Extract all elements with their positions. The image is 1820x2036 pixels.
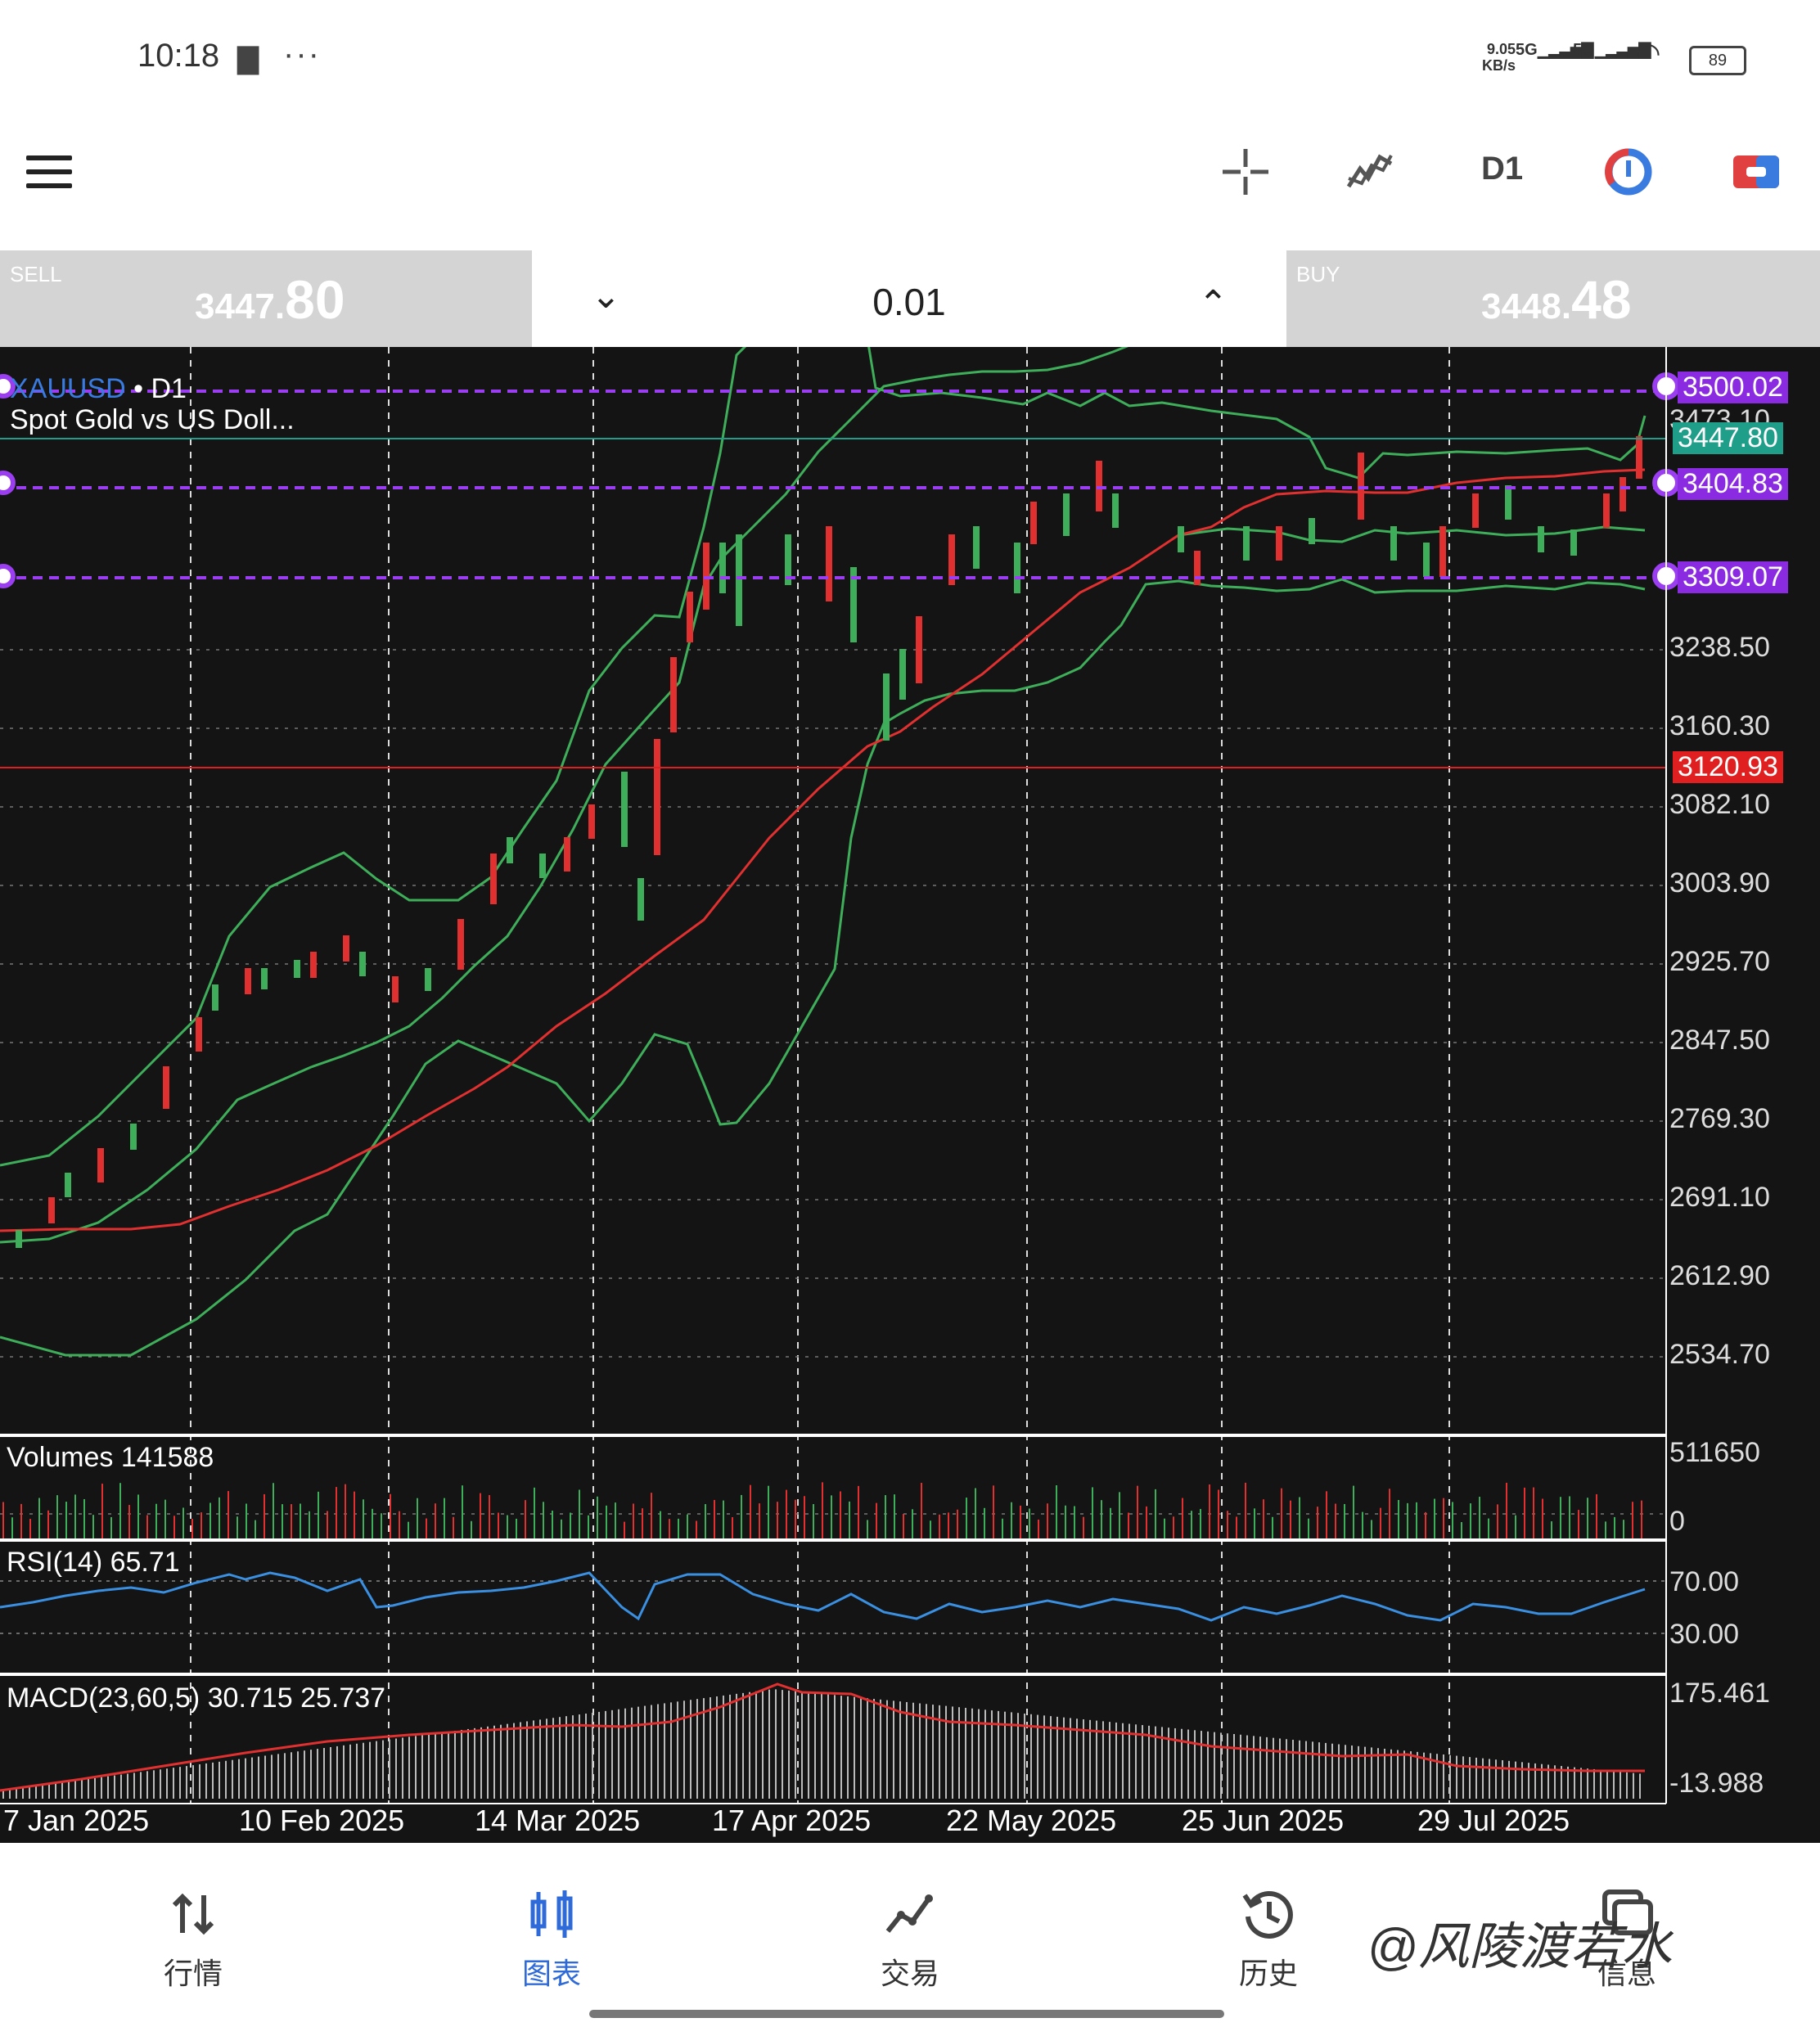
- buy-label: BUY: [1296, 262, 1340, 286]
- axis-label: 2769.30: [1669, 1103, 1770, 1134]
- axis-label: 2612.90: [1669, 1260, 1770, 1291]
- rsi-label: RSI(14) 65.71: [7, 1547, 180, 1578]
- date-label: 29 Jul 2025: [1417, 1804, 1570, 1837]
- sell-price: 3447.80: [195, 269, 345, 330]
- line-tag-3500[interactable]: 3500.02: [1678, 372, 1788, 403]
- axis-label: 2691.10: [1669, 1182, 1770, 1213]
- battery-icon: 89: [1689, 46, 1746, 75]
- nav-label: 交易: [880, 1957, 939, 1990]
- axis-label: 3003.90: [1669, 867, 1770, 899]
- network-speed: 9.05 KB/s: [1481, 41, 1516, 74]
- hamburger-icon[interactable]: [26, 155, 72, 188]
- nav-label: 图表: [521, 1957, 581, 1990]
- bottom-navigation: 行情 图表 交易 历史 信息 @风陵渡若水: [0, 1843, 1820, 2036]
- volume-scale-max: 511650: [1669, 1437, 1760, 1468]
- date-label: 22 May 2025: [946, 1804, 1117, 1837]
- chart-canvas[interactable]: [0, 337, 1820, 1843]
- chart-icon: [530, 1890, 573, 1938]
- moving-average-line: [0, 468, 1646, 1232]
- axis-label: 2847.50: [1669, 1025, 1770, 1056]
- axis-label: 3160.30: [1669, 710, 1770, 741]
- nav-chart[interactable]: 图表: [470, 1885, 633, 1993]
- wifi-icon: ◠: [1637, 36, 1660, 70]
- date-label: 14 Mar 2025: [475, 1804, 641, 1837]
- buy-price: 3448.48: [1481, 269, 1632, 330]
- bollinger-middle-band: [0, 337, 1646, 1244]
- watermark-text: @风陵渡若水: [1367, 1919, 1672, 1975]
- symbol-label: XAUUSD • D1: [10, 373, 187, 404]
- lot-selector: ⌄ 0.01 ⌃: [532, 250, 1286, 347]
- nav-label: 历史: [1238, 1957, 1298, 1990]
- symbol-description: Spot Gold vs US Doll...: [10, 404, 295, 435]
- history-icon: [1242, 1891, 1293, 1939]
- trade-icon[interactable]: [1730, 146, 1782, 198]
- nav-history[interactable]: 历史: [1187, 1885, 1350, 1993]
- timeframe-button[interactable]: D1: [1481, 151, 1523, 187]
- axis-label: 3082.10: [1669, 789, 1770, 820]
- clock: 10:18: [137, 38, 220, 74]
- axis-label: 2925.70: [1669, 946, 1770, 977]
- lot-value[interactable]: 0.01: [532, 280, 1286, 324]
- price-chart[interactable]: XAUUSD • D1 Spot Gold vs US Doll... 3473…: [0, 337, 1820, 1843]
- home-indicator[interactable]: [589, 2010, 1224, 2018]
- axis-label: 3238.50: [1669, 632, 1770, 663]
- date-label: 25 Jun 2025: [1182, 1804, 1345, 1837]
- indicator-icon[interactable]: [1344, 146, 1396, 198]
- bollinger-lower-band: [0, 578, 1646, 1357]
- chart-toolbar: [0, 115, 1820, 250]
- quotes-icon: [172, 1893, 214, 1935]
- sell-label: SELL: [10, 262, 62, 286]
- nav-quotes[interactable]: 行情: [111, 1885, 275, 1993]
- bid-price-tag: 3447.80: [1673, 422, 1783, 454]
- line-tag-3404[interactable]: 3404.83: [1678, 468, 1788, 500]
- line-tag-3120[interactable]: 3120.93: [1673, 751, 1783, 783]
- volume-scale-min: 0: [1669, 1506, 1685, 1537]
- macd-scale-max: 175.461: [1669, 1678, 1770, 1709]
- trade-line-icon: [885, 1894, 933, 1933]
- line-tag-3309[interactable]: 3309.07: [1678, 561, 1788, 593]
- buy-button[interactable]: BUY 3448.48: [1286, 250, 1820, 347]
- date-label: 7 Jan 2025: [3, 1804, 150, 1837]
- date-label: 10 Feb 2025: [239, 1804, 405, 1837]
- rsi-scale-70: 70.00: [1669, 1566, 1740, 1597]
- nav-label: 行情: [163, 1957, 223, 1990]
- macd-scale-min: -13.988: [1669, 1768, 1764, 1799]
- rsi-line: [0, 1571, 1646, 1622]
- more-dots-icon: ···: [283, 36, 321, 72]
- macd-label: MACD(23,60,5) 30.715 25.737: [7, 1682, 386, 1714]
- message-icon: ▇: [237, 43, 259, 74]
- rsi-scale-30: 30.00: [1669, 1619, 1740, 1650]
- volumes-label: Volumes 141588: [7, 1442, 214, 1473]
- axis-label: 2534.70: [1669, 1339, 1770, 1370]
- date-label: 17 Apr 2025: [712, 1804, 872, 1837]
- crosshair-icon[interactable]: [1219, 146, 1272, 198]
- increase-lot-icon[interactable]: ⌃: [1198, 283, 1228, 325]
- status-bar: 10:18 ▇ ··· 9.05 KB/s 5G▁▂▃▅▇ 5G▁▂▃▅▇ ◠ 8…: [0, 0, 1820, 115]
- nav-trade[interactable]: 交易: [828, 1885, 992, 1993]
- objects-icon[interactable]: [1602, 146, 1655, 198]
- sell-button[interactable]: SELL 3447.80: [0, 250, 532, 347]
